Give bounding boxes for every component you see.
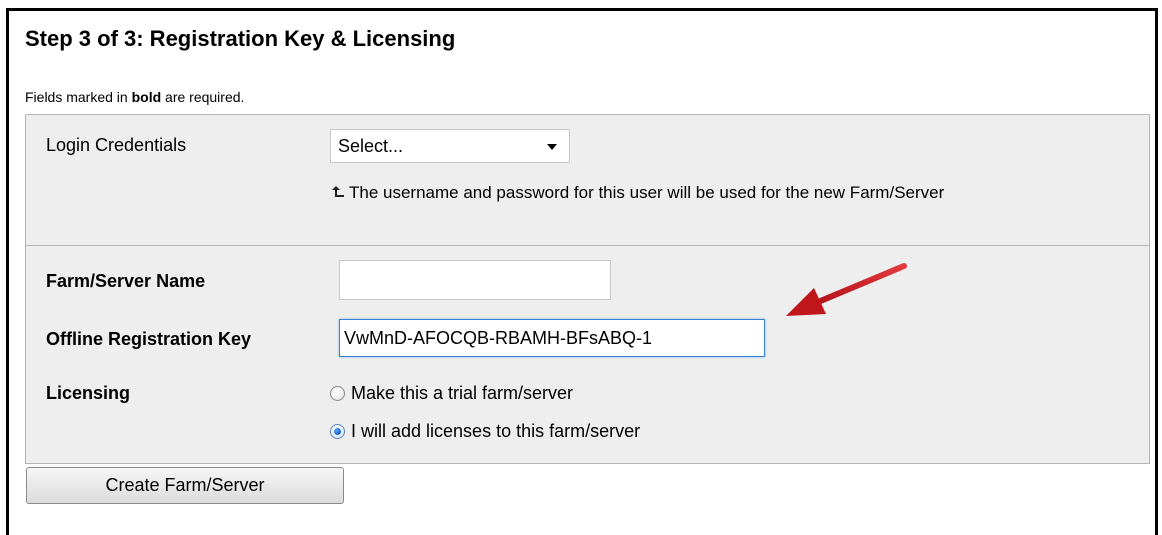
farm-server-name-label: Farm/Server Name xyxy=(46,271,206,291)
login-credentials-select[interactable]: Select... xyxy=(330,129,570,163)
required-fields-note: Fields marked in bold are required. xyxy=(25,89,244,105)
add-licenses-radio-button[interactable] xyxy=(330,424,345,439)
login-credentials-label: Login Credentials xyxy=(46,135,187,155)
chevron-down-icon xyxy=(547,144,557,150)
add-licenses-option-label: I will add licenses to this farm/server xyxy=(351,421,641,441)
licensing-option-add-licenses[interactable]: I will add licenses to this farm/server xyxy=(330,421,640,442)
offline-registration-key-label: Offline Registration Key xyxy=(46,329,252,349)
up-arrow-icon xyxy=(332,186,344,197)
login-credentials-hint: The username and password for this user … xyxy=(331,181,1091,205)
note-suffix: are required. xyxy=(161,89,245,105)
offline-registration-key-input[interactable] xyxy=(339,319,765,357)
note-prefix: Fields marked in xyxy=(25,89,132,105)
trial-radio-button[interactable] xyxy=(330,386,345,401)
create-farm-server-button[interactable]: Create Farm/Server xyxy=(26,467,344,504)
annotation-arrow-icon xyxy=(786,263,907,316)
login-credentials-section: Login Credentials Select... The username… xyxy=(25,114,1150,246)
farm-server-name-input[interactable] xyxy=(339,260,611,300)
login-credentials-selected-value: Select... xyxy=(338,136,404,156)
note-bold-word: bold xyxy=(131,89,162,105)
farm-server-section: Farm/Server Name Offline Registration Ke… xyxy=(25,245,1150,464)
licensing-option-trial[interactable]: Make this a trial farm/server xyxy=(330,383,573,404)
login-credentials-hint-text: The username and password for this user … xyxy=(349,183,945,202)
licensing-label: Licensing xyxy=(46,383,131,403)
page-title: Step 3 of 3: Registration Key & Licensin… xyxy=(25,26,456,51)
trial-option-label: Make this a trial farm/server xyxy=(351,383,574,403)
